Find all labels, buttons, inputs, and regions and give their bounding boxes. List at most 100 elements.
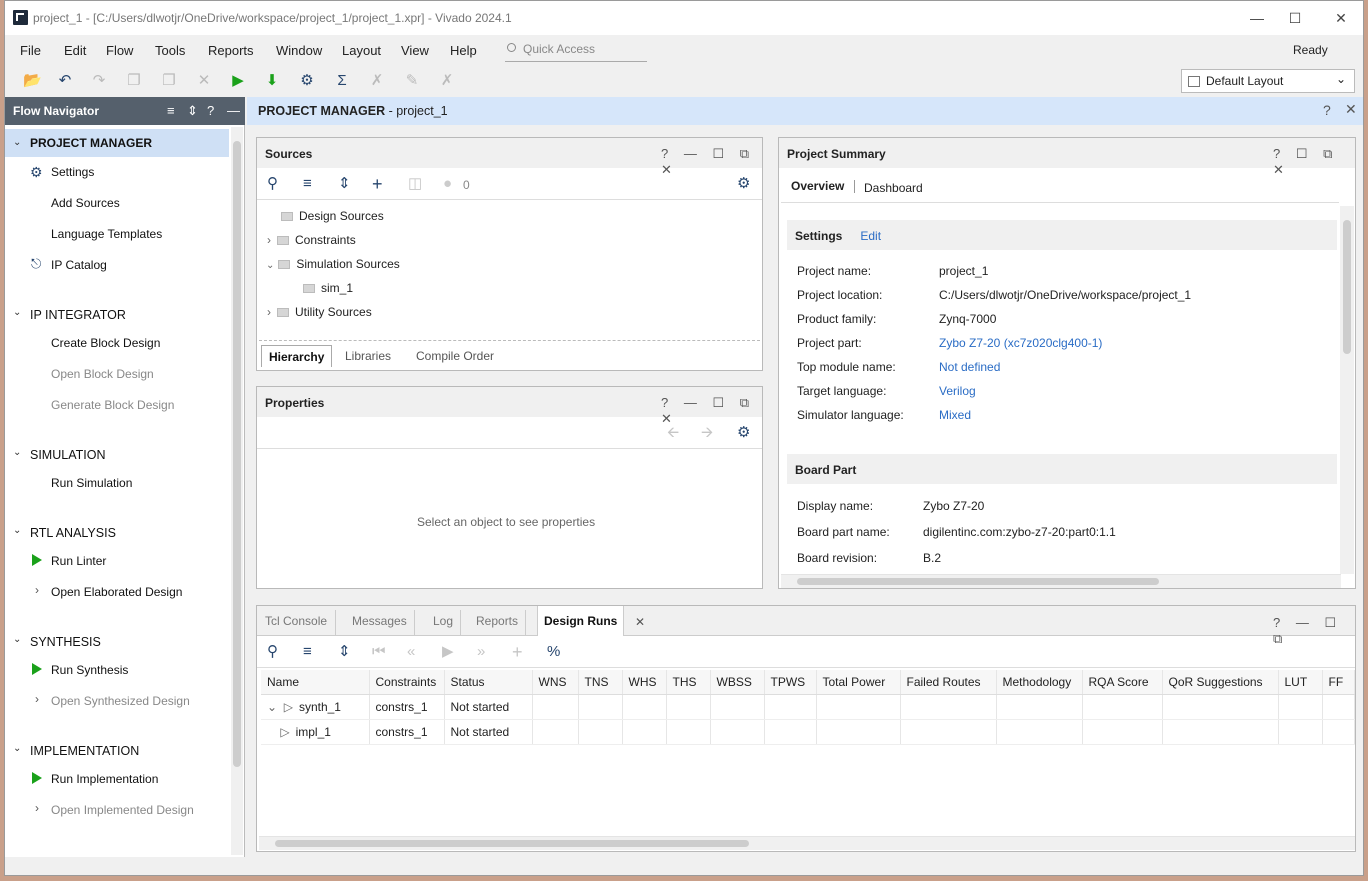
sigma-icon[interactable]: Σ xyxy=(333,72,351,90)
scroll-thumb[interactable] xyxy=(797,578,1159,585)
unknown-file-icon[interactable]: ◫ xyxy=(408,176,422,192)
redo-icon[interactable]: ↷ xyxy=(90,72,108,90)
collapse-all-icon[interactable]: ≡ xyxy=(303,176,312,192)
delete-icon[interactable]: ✕ xyxy=(195,72,213,90)
maximize-button[interactable]: ☐ xyxy=(1277,7,1313,29)
menu-flow[interactable]: Flow xyxy=(106,43,133,58)
percent-icon[interactable]: % xyxy=(547,644,560,660)
expand-all-icon[interactable]: ⇕ xyxy=(338,176,351,192)
paste-icon[interactable]: ❐ xyxy=(160,72,178,90)
nav-create-block-design[interactable]: Create Block Design xyxy=(51,336,160,350)
chevron-down-icon[interactable]: ⌄ xyxy=(13,525,21,536)
nav-open-implemented-design[interactable]: Open Implemented Design xyxy=(51,803,194,817)
menu-layout[interactable]: Layout xyxy=(342,43,381,58)
collapse-all-icon[interactable]: ≡ xyxy=(303,644,312,660)
open-project-icon[interactable]: 📂 xyxy=(23,72,42,90)
close-tab-icon[interactable]: ✕ xyxy=(635,615,645,629)
nav-open-block-design[interactable]: Open Block Design xyxy=(51,367,154,381)
tab-log[interactable]: Log xyxy=(426,610,462,636)
back-arrow-icon[interactable]: 🡨 xyxy=(667,425,679,441)
nav-run-simulation[interactable]: Run Simulation xyxy=(51,476,132,490)
run-state-icon[interactable]: ▷ xyxy=(267,725,289,739)
table-row[interactable]: ▷ impl_1 constrs_1 Not started xyxy=(261,719,1355,745)
table-row[interactable]: ⌄ ▷ synth_1 constrs_1 Not started xyxy=(261,694,1355,720)
expand-all-icon[interactable]: ⇕ xyxy=(187,103,198,119)
menu-tools[interactable]: Tools xyxy=(155,43,185,58)
column-header[interactable]: Status xyxy=(444,670,533,695)
tab-messages[interactable]: Messages xyxy=(345,610,415,636)
menu-view[interactable]: View xyxy=(401,43,429,58)
link-project-part[interactable]: Zybo Z7-20 (xc7z020clg400-1) xyxy=(939,336,1102,350)
design-runs-hscrollbar[interactable] xyxy=(259,836,1355,850)
help-icon[interactable]: ? xyxy=(207,103,214,118)
panel-controls[interactable]: ? ☐ ⧉ ✕ xyxy=(1273,146,1355,178)
tree-sim-1[interactable]: sim_1 xyxy=(303,281,353,295)
search-icon[interactable]: ⚲ xyxy=(267,644,278,660)
menu-edit[interactable]: Edit xyxy=(64,43,86,58)
tree-design-sources[interactable]: Design Sources xyxy=(281,209,384,223)
column-header[interactable]: Methodology xyxy=(996,670,1083,695)
gear-icon[interactable]: ⚙ xyxy=(737,176,750,192)
link-simulator-language[interactable]: Mixed xyxy=(939,408,971,422)
undo-icon[interactable]: ↶ xyxy=(56,72,74,90)
nav-settings[interactable]: Settings xyxy=(51,165,94,179)
nav-ip-catalog[interactable]: IP Catalog xyxy=(51,258,107,272)
chevron-right-icon[interactable]: › xyxy=(267,233,271,247)
menu-help[interactable]: Help xyxy=(450,43,477,58)
menu-reports[interactable]: Reports xyxy=(208,43,254,58)
play-icon[interactable]: ▶ xyxy=(442,644,454,660)
scroll-thumb[interactable] xyxy=(1343,220,1351,354)
nav-open-synthesized-design[interactable]: Open Synthesized Design xyxy=(51,694,190,708)
nav-language-templates[interactable]: Language Templates xyxy=(51,227,162,241)
run-icon[interactable]: ▶ xyxy=(229,72,247,90)
column-header[interactable]: Name xyxy=(261,670,370,695)
layout-select[interactable]: Default Layout ⌄ xyxy=(1181,69,1355,93)
scroll-thumb[interactable] xyxy=(275,840,749,847)
column-header[interactable]: Total Power xyxy=(816,670,901,695)
section-project-manager[interactable]: PROJECT MANAGER xyxy=(5,129,229,157)
tree-constraints[interactable]: › Constraints xyxy=(267,233,356,247)
chevron-down-icon[interactable]: ⌄ xyxy=(13,447,21,458)
minimize-button[interactable]: — xyxy=(1239,7,1275,29)
search-icon[interactable]: ⚲ xyxy=(267,176,278,192)
program-device-icon[interactable]: ⬇ xyxy=(263,72,281,90)
chevron-down-icon[interactable]: ⌄ xyxy=(13,307,21,318)
close-icon[interactable]: ✕ xyxy=(1345,101,1357,118)
tab-reports[interactable]: Reports xyxy=(469,610,527,636)
tab-design-runs[interactable]: Design Runs xyxy=(537,606,625,636)
add-sources-icon[interactable]: + xyxy=(372,175,383,193)
chevron-right-icon[interactable]: › xyxy=(267,305,271,319)
first-icon[interactable]: ⏮ xyxy=(372,644,386,660)
column-header[interactable]: LUT xyxy=(1278,670,1323,695)
menu-window[interactable]: Window xyxy=(276,43,322,58)
chevron-down-icon[interactable]: ⌄ xyxy=(13,634,21,645)
nav-run-synthesis[interactable]: Run Synthesis xyxy=(51,663,128,677)
menu-file[interactable]: File xyxy=(20,43,41,58)
minimize-panel-icon[interactable]: — xyxy=(227,103,240,118)
summary-vscrollbar[interactable] xyxy=(1340,206,1354,574)
nav-add-sources[interactable]: Add Sources xyxy=(51,196,120,210)
section-ip-integrator[interactable]: IP INTEGRATOR xyxy=(30,308,126,322)
gear-icon[interactable]: ⚙ xyxy=(737,425,750,441)
edit-settings-link[interactable]: Edit xyxy=(860,229,881,243)
column-header[interactable]: QoR Suggestions xyxy=(1162,670,1279,695)
column-header[interactable]: FF xyxy=(1322,670,1355,695)
scroll-thumb[interactable] xyxy=(233,141,241,767)
nav-generate-block-design[interactable]: Generate Block Design xyxy=(51,398,174,412)
previous-icon[interactable]: « xyxy=(407,644,415,660)
nav-run-implementation[interactable]: Run Implementation xyxy=(51,772,158,786)
link-target-language[interactable]: Verilog xyxy=(939,384,976,398)
chevron-down-icon[interactable]: ⌄ xyxy=(266,260,274,271)
tab-hierarchy[interactable]: Hierarchy xyxy=(261,345,333,367)
chevron-down-icon[interactable]: ⌄ xyxy=(13,137,21,148)
nav-open-elaborated-design[interactable]: Open Elaborated Design xyxy=(51,585,182,599)
section-rtl-analysis[interactable]: RTL ANALYSIS xyxy=(30,526,116,540)
tab-libraries[interactable]: Libraries xyxy=(338,345,398,367)
collapse-all-icon[interactable]: ≡ xyxy=(167,103,175,118)
tab-compile-order[interactable]: Compile Order xyxy=(409,345,501,367)
tree-simulation-sources[interactable]: ⌄ Simulation Sources xyxy=(266,257,400,271)
summary-hscrollbar[interactable] xyxy=(781,574,1341,588)
close-window-button[interactable]: ✕ xyxy=(1323,7,1359,29)
column-header[interactable]: TPWS xyxy=(764,670,817,695)
chevron-right-icon[interactable]: › xyxy=(35,692,39,706)
